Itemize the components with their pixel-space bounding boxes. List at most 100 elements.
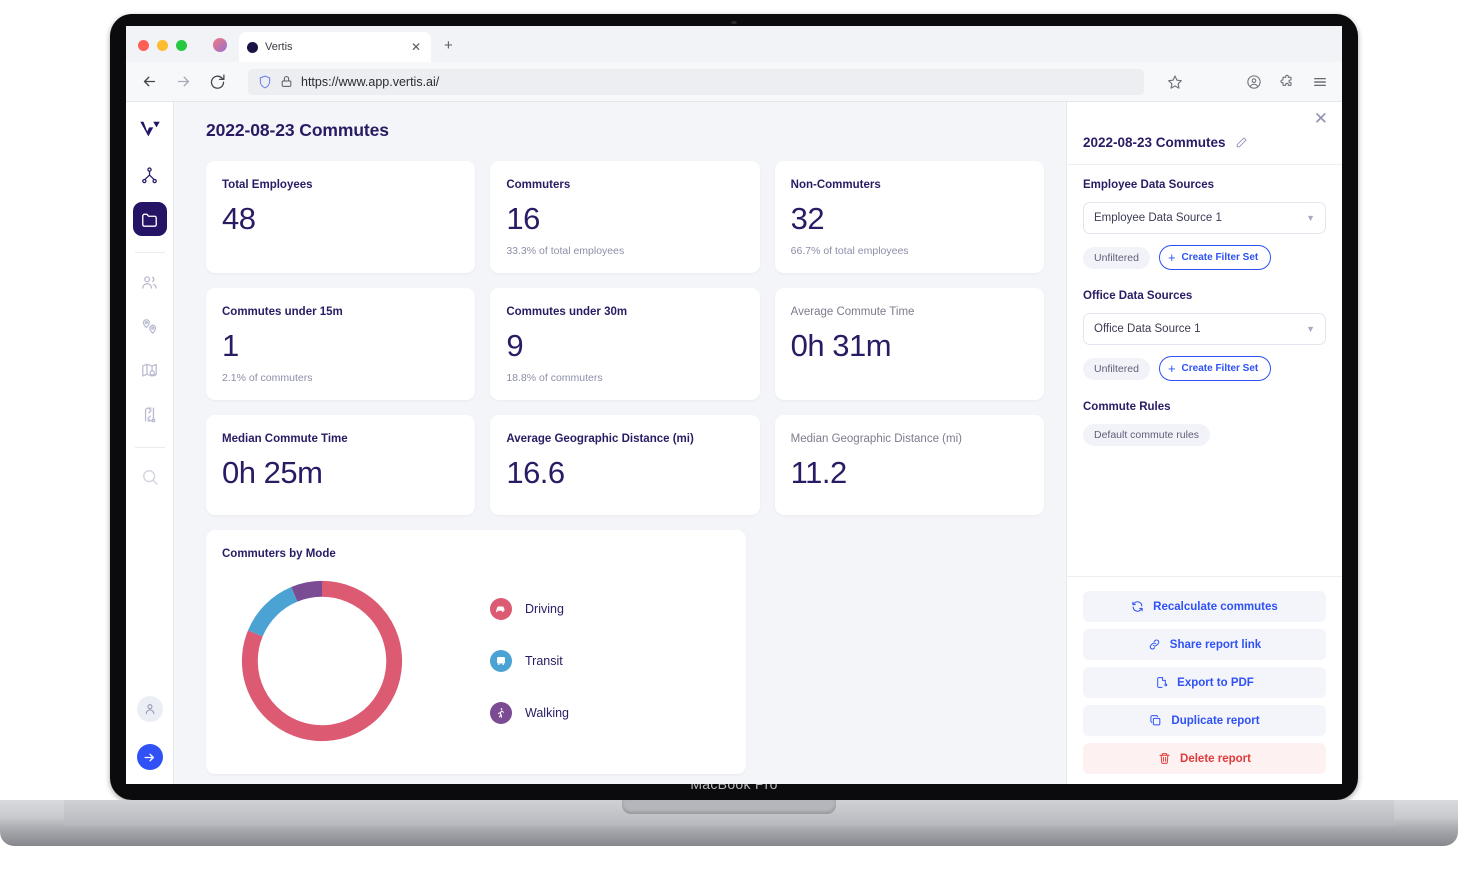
select-value: Office Data Source 1 — [1094, 323, 1201, 335]
donut-segment-transit — [248, 587, 298, 637]
legend-label: Walking — [525, 706, 569, 720]
rail-divider-top — [134, 252, 165, 253]
back-arrow-icon[interactable] — [140, 73, 158, 91]
kpi-label: Non-Commuters — [790, 179, 881, 191]
laptop-mockup: MacBook Pro Vertis ✕ + https://www.app.v… — [0, 0, 1458, 876]
sidebar-item-locations[interactable] — [133, 309, 167, 343]
kpi-card-commutes-under-30m: Commutes under 30m 9 18.8% of commuters — [490, 288, 760, 400]
commute-rules-chip[interactable]: Default commute rules — [1083, 424, 1211, 446]
window-controls — [138, 40, 187, 62]
legend-item-walking[interactable]: Walking — [490, 702, 569, 724]
walking-person-icon — [490, 702, 512, 724]
action-label: Share report link — [1169, 638, 1262, 651]
panel-title: 2022-08-23 Commutes — [1083, 135, 1226, 150]
status-badge: Unfiltered — [1083, 357, 1150, 380]
forward-arrow-icon[interactable] — [174, 73, 192, 91]
trash-icon — [1158, 752, 1171, 765]
reload-icon[interactable] — [208, 73, 226, 91]
sidebar-item-map-search[interactable] — [133, 353, 167, 387]
kpi-card-non-commuters: Non-Commuters 32 66.7% of total employee… — [774, 161, 1044, 273]
new-tab-button[interactable]: + — [444, 38, 453, 53]
section-label-employee-data-sources: Employee Data Sources — [1083, 179, 1215, 191]
bus-icon — [490, 650, 512, 672]
kpi-card-total-employees: Total Employees 48 — [206, 161, 476, 273]
recalculate-commutes-button[interactable]: Recalculate commutes — [1083, 591, 1326, 622]
star-icon[interactable] — [1166, 73, 1183, 90]
duplicate-report-button[interactable]: Duplicate report — [1083, 705, 1326, 736]
kpi-label: Commutes under 15m — [222, 306, 343, 318]
legend-item-driving[interactable]: Driving — [490, 598, 569, 620]
sidebar-item-people[interactable] — [133, 265, 167, 299]
sidebar-item-search[interactable] — [133, 460, 167, 494]
panel-body: Employee Data Sources Employee Data Sour… — [1067, 165, 1342, 576]
commuters-by-mode-card: Commuters by Mode Driving Transit Walkin… — [206, 530, 746, 774]
sidebar-item-reports[interactable] — [132, 202, 167, 236]
left-nav-rail — [126, 102, 174, 784]
car-icon — [490, 598, 512, 620]
tab-favicon-icon — [247, 41, 258, 53]
shield-icon — [258, 75, 272, 89]
donut-segment-walking — [291, 580, 323, 602]
panel-actions: Recalculate commutes Share report link E… — [1067, 576, 1342, 784]
chevron-down-icon: ▼ — [1306, 324, 1315, 334]
legend-label: Driving — [525, 602, 564, 616]
export-to-pdf-button[interactable]: Export to PDF — [1083, 667, 1326, 698]
laptop-base-notch — [622, 800, 836, 814]
pencil-icon[interactable] — [1235, 136, 1248, 149]
tab-title: Vertis — [265, 41, 293, 53]
kpi-subtext: 66.7% of total employees — [790, 245, 909, 257]
kpi-value: 1 — [222, 328, 239, 363]
close-icon[interactable]: ✕ — [409, 40, 423, 54]
button-label: Create Filter Set — [1181, 363, 1259, 374]
sidebar-item-routes[interactable] — [133, 397, 167, 431]
kpi-row-3: Median Commute Time 0h 25m Average Geogr… — [206, 415, 1044, 515]
file-export-icon — [1155, 676, 1168, 689]
section-label-office-data-sources: Office Data Sources — [1083, 290, 1193, 302]
commute-rules-row: Default commute rules — [1083, 424, 1326, 446]
delete-report-button[interactable]: Delete report — [1083, 743, 1326, 774]
kpi-card-median-geographic-distance: Median Geographic Distance (mi) 11.2 — [774, 415, 1044, 515]
maximize-window-button[interactable] — [176, 40, 187, 51]
browser-profile-avatar[interactable] — [213, 38, 227, 52]
kpi-subtext: 2.1% of commuters — [222, 372, 313, 384]
legend-item-transit[interactable]: Transit — [490, 650, 569, 672]
puzzle-icon[interactable] — [1278, 73, 1295, 90]
report-settings-panel: ✕ 2022-08-23 Commutes Employee Data Sour… — [1066, 102, 1342, 784]
webcam — [731, 21, 737, 24]
account-circle-icon[interactable] — [1245, 73, 1262, 90]
close-icon[interactable]: ✕ — [1314, 109, 1328, 128]
main-content: 2022-08-23 Commutes Total Employees 48 C… — [174, 102, 1066, 784]
kpi-card-median-commute-time: Median Commute Time 0h 25m — [206, 415, 476, 515]
address-bar[interactable]: https://www.app.vertis.ai/ — [248, 68, 1144, 95]
kpi-label: Total Employees — [222, 179, 313, 191]
create-filter-set-button-employee[interactable]: + Create Filter Set — [1158, 245, 1272, 270]
arrow-right-icon[interactable] — [136, 744, 163, 770]
kpi-value: 16 — [506, 201, 540, 236]
employee-data-source-select[interactable]: Employee Data Source 1 ▼ — [1083, 202, 1326, 234]
hamburger-menu-icon[interactable] — [1311, 73, 1328, 90]
kpi-label: Commuters — [506, 179, 571, 191]
browser-tab-strip: Vertis ✕ + — [126, 26, 1342, 62]
create-filter-set-button-office[interactable]: + Create Filter Set — [1158, 356, 1272, 381]
action-label: Export to PDF — [1177, 676, 1254, 689]
close-window-button[interactable] — [138, 40, 149, 51]
user-avatar-icon[interactable] — [136, 696, 163, 722]
refresh-icon — [1131, 600, 1144, 613]
kpi-value: 11.2 — [790, 455, 848, 490]
office-filter-row: Unfiltered + Create Filter Set — [1083, 356, 1326, 381]
office-data-source-select[interactable]: Office Data Source 1 ▼ — [1083, 313, 1326, 345]
share-report-link-button[interactable]: Share report link — [1083, 629, 1326, 660]
browser-tab[interactable]: Vertis ✕ — [239, 32, 431, 62]
url-text: https://www.app.vertis.ai/ — [301, 74, 440, 89]
kpi-card-commutes-under-15m: Commutes under 15m 1 2.1% of commuters — [206, 288, 476, 400]
vertis-logo[interactable] — [135, 114, 165, 144]
minimize-window-button[interactable] — [157, 40, 168, 51]
button-label: Create Filter Set — [1181, 252, 1259, 263]
lock-icon — [280, 75, 293, 88]
kpi-subtext: 18.8% of commuters — [506, 372, 603, 384]
rail-divider-bottom — [134, 447, 165, 448]
employee-filter-row: Unfiltered + Create Filter Set — [1083, 245, 1326, 270]
chevron-down-icon: ▼ — [1306, 213, 1315, 223]
kpi-value: 48 — [222, 201, 256, 236]
sidebar-item-network[interactable] — [133, 158, 167, 192]
